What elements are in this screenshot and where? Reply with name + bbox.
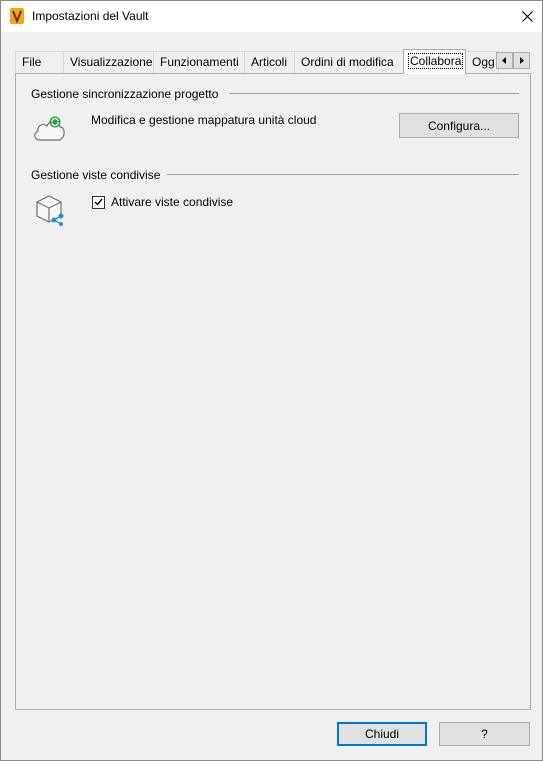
title-bar[interactable]: Impostazioni del Vault [1,1,542,32]
tab-scroll-right-button[interactable] [513,52,530,69]
tab-collabora[interactable]: Collabora [403,49,466,74]
tab-label: Articoli [251,55,288,69]
configura-button[interactable]: Configura... [399,113,519,138]
tab-label: Collabora [407,53,464,69]
settings-dialog: Impostazioni del Vault File Visualizzazi… [0,0,543,761]
tab-funzionamenti[interactable]: Funzionamenti [153,51,245,73]
tab-oggetti[interactable]: Ogg [465,51,499,73]
cloud-sync-icon [34,116,65,141]
tab-label: Ordini di modifica [301,55,394,69]
shared-views-checkbox-row[interactable]: Attivare viste condivise [92,195,233,209]
tab-label: Visualizzazione [70,55,153,69]
tab-scroll-buttons [496,52,530,69]
tab-visualizzazione[interactable]: Visualizzazione [63,51,154,73]
shared-views-checkbox[interactable] [92,195,105,209]
tab-articoli[interactable]: Articoli [244,51,295,73]
close-window-button[interactable] [512,1,542,32]
chiudi-button[interactable]: Chiudi [337,722,427,746]
close-icon [521,11,533,22]
collabora-panel: Gestione sincronizzazione progetto Modif… [15,73,531,710]
group-divider [229,93,519,94]
shared-views-group-header: Gestione viste condivise [31,168,160,182]
sync-group-title: Gestione sincronizzazione progetto [31,87,219,101]
tab-file[interactable]: File [15,51,64,73]
group-divider [167,174,519,175]
checkmark-icon [94,198,103,206]
sync-group-header: Gestione sincronizzazione progetto [31,87,218,101]
tab-label: File [22,55,42,69]
arrow-left-icon [502,57,506,64]
arrow-right-icon [520,57,524,64]
sync-description: Modifica e gestione mappatura unità clou… [91,113,317,127]
vault-app-icon [10,8,24,24]
tab-label: Funzionamenti [160,55,239,69]
help-button[interactable]: ? [439,722,530,746]
tab-label: Ogg [472,55,495,69]
tab-ordini-di-modifica[interactable]: Ordini di modifica [294,51,404,73]
shared-views-group-title: Gestione viste condivise [31,168,161,182]
shared-cube-icon [36,195,64,226]
tab-strip: File Visualizzazione Funzionamenti Artic… [15,49,531,74]
window-title: Impostazioni del Vault [32,9,149,23]
shared-views-checkbox-label: Attivare viste condivise [111,195,234,209]
tab-scroll-left-button[interactable] [496,52,513,69]
